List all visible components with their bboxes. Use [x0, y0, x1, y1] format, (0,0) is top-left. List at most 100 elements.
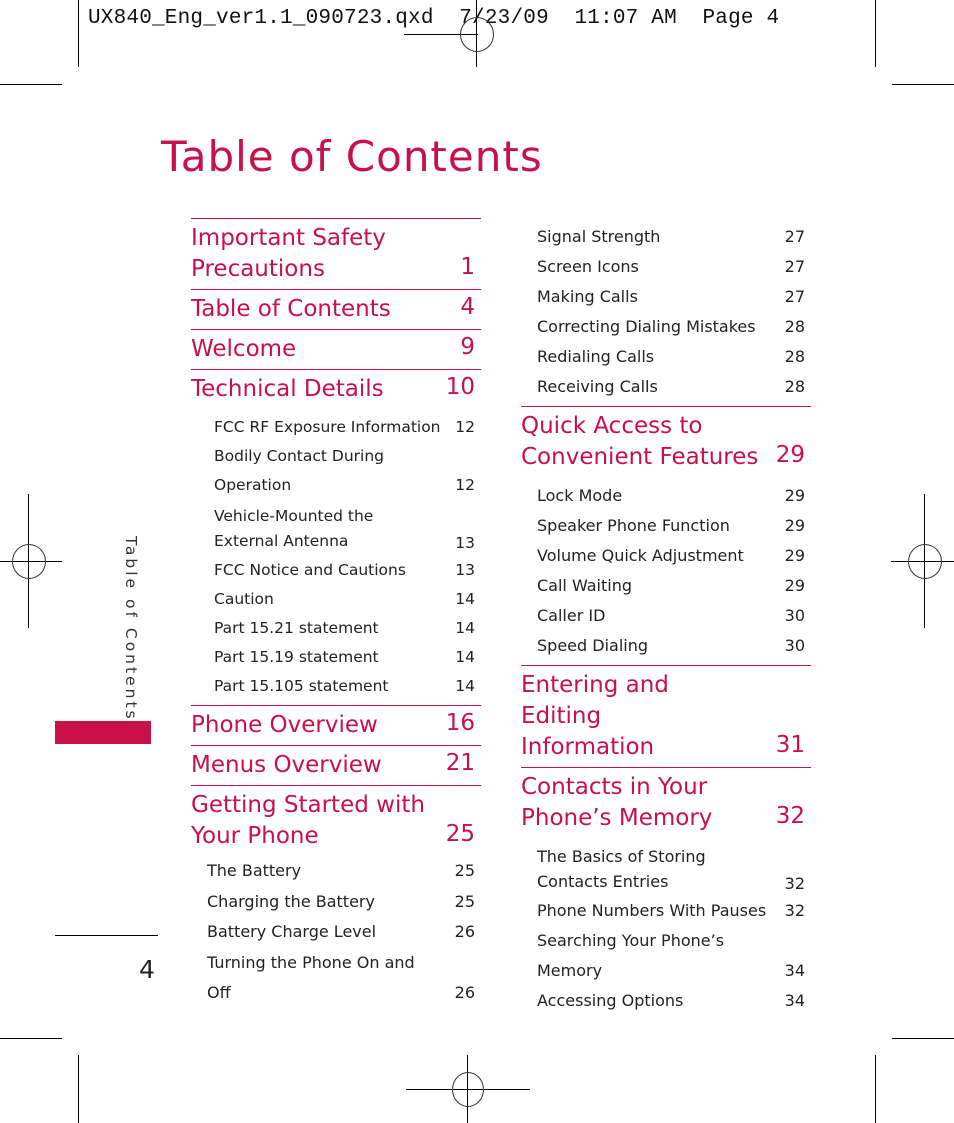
- toc-entry[interactable]: The Battery 25: [191, 856, 481, 887]
- toc-left-column: Important Safety Precautions 1 Table of …: [191, 218, 481, 1009]
- toc-entry[interactable]: Speaker Phone Function 29: [521, 511, 811, 541]
- toc-entry-label: Turning the Phone On and Off: [207, 952, 415, 1003]
- toc-section-page: 4: [460, 294, 475, 320]
- toc-entry-label: Part 15.105 statement: [214, 677, 389, 695]
- toc-entry-page: 14: [455, 619, 475, 637]
- toc-entry-page: 32: [784, 901, 805, 920]
- toc-entry-page: 12: [455, 476, 475, 494]
- toc-entry[interactable]: Battery Charge Level 26: [191, 917, 481, 948]
- toc-entry-page: 14: [455, 677, 475, 695]
- toc-entry[interactable]: Caller ID 30: [521, 601, 811, 631]
- toc-section-label: Table of Contents: [191, 296, 391, 322]
- toc-entry-label: Signal Strength: [537, 227, 661, 246]
- toc-section[interactable]: Technical Details 10: [191, 369, 481, 409]
- toc-section[interactable]: Contacts in Your Phone’s Memory 32: [521, 767, 811, 838]
- toc-section-label: Menus Overview: [191, 752, 382, 778]
- toc-entry-label: Screen Icons: [537, 257, 639, 276]
- toc-section[interactable]: Welcome 9: [191, 329, 481, 369]
- toc-entry[interactable]: Part 15.21 statement 14: [191, 614, 481, 643]
- toc-entry-label: Call Waiting: [537, 576, 633, 595]
- toc-entry-label: Speaker Phone Function: [537, 516, 730, 535]
- toc-entry[interactable]: FCC Notice and Cautions 13: [191, 556, 481, 585]
- toc-entry-label: FCC RF Exposure Information: [214, 418, 441, 436]
- toc-section[interactable]: Important Safety Precautions 1: [191, 218, 481, 289]
- crop-mark: [78, 0, 79, 67]
- toc-section-page: 10: [445, 374, 475, 400]
- toc-section-page: 1: [460, 254, 475, 280]
- toc-section[interactable]: Entering and Editing Information 31: [521, 665, 811, 767]
- toc-section[interactable]: Menus Overview 21: [191, 745, 481, 785]
- toc-entry-page: 26: [454, 983, 475, 1002]
- toc-entry[interactable]: Signal Strength 27: [521, 222, 811, 252]
- toc-entry-page: 25: [454, 861, 475, 880]
- toc-entry-page: 32: [784, 874, 805, 893]
- toc-entry-label: Caller ID: [537, 606, 606, 625]
- toc-entry-label: The Battery: [207, 861, 302, 880]
- toc-entry[interactable]: Bodily Contact During Operation 12: [191, 442, 481, 500]
- toc-section-page: 9: [460, 334, 475, 360]
- toc-entry-label: Speed Dialing: [537, 636, 648, 655]
- toc-entry[interactable]: Turning the Phone On and Off 26: [191, 948, 481, 1009]
- toc-entry[interactable]: Accessing Options 34: [521, 986, 811, 1016]
- toc-entry-label: Searching Your Phone’s Memory: [537, 931, 725, 980]
- toc-section-page: 29: [775, 442, 805, 468]
- toc-entry-page: 34: [784, 991, 805, 1010]
- toc-entry[interactable]: Screen Icons 27: [521, 252, 811, 282]
- toc-entry[interactable]: Redialing Calls 28: [521, 342, 811, 372]
- toc-section[interactable]: Phone Overview 16: [191, 705, 481, 745]
- toc-section-label: Entering and Editing Information: [521, 672, 669, 760]
- page-title: Table of Contents: [161, 132, 543, 181]
- toc-entry[interactable]: Making Calls 27: [521, 282, 811, 312]
- toc-entry[interactable]: Receiving Calls 28: [521, 372, 811, 402]
- toc-entry[interactable]: Caution 14: [191, 585, 481, 614]
- toc-entry[interactable]: Vehicle-Mounted the External Antenna 13: [191, 500, 481, 556]
- crop-mark: [875, 0, 876, 67]
- toc-entry-label: Lock Mode: [537, 486, 623, 505]
- toc-section-page: 32: [775, 803, 805, 829]
- section-tab-marker: [55, 721, 151, 744]
- toc-section-label: Phone Overview: [191, 712, 378, 738]
- toc-entry-label: Accessing Options: [537, 991, 684, 1010]
- toc-entry-label: Redialing Calls: [537, 347, 655, 366]
- toc-entry-label: The Basics of Storing Contacts Entries: [537, 847, 706, 891]
- toc-entry-page: 28: [784, 317, 805, 336]
- toc-section[interactable]: Getting Started with Your Phone 25: [191, 785, 481, 856]
- toc-entry-label: FCC Notice and Cautions: [214, 561, 406, 579]
- toc-entry[interactable]: Volume Quick Adjustment 29: [521, 541, 811, 571]
- toc-entry[interactable]: Lock Mode 29: [521, 481, 811, 511]
- toc-section-page: 21: [445, 750, 475, 776]
- crop-mark: [78, 1055, 79, 1123]
- toc-entry-page: 29: [784, 546, 805, 565]
- toc-section[interactable]: Table of Contents 4: [191, 289, 481, 329]
- toc-section-label: Quick Access to Convenient Features: [521, 413, 759, 470]
- toc-entry[interactable]: FCC RF Exposure Information 12: [191, 413, 481, 442]
- toc-entry-page: 27: [784, 227, 805, 246]
- toc-entry[interactable]: Part 15.19 statement 14: [191, 643, 481, 672]
- toc-entry[interactable]: Correcting Dialing Mistakes 28: [521, 312, 811, 342]
- toc-entry-page: 29: [784, 576, 805, 595]
- toc-entry-label: Charging the Battery: [207, 891, 375, 911]
- toc-section-label: Important Safety Precautions: [191, 225, 386, 282]
- toc-entry[interactable]: Searching Your Phone’s Memory 34: [521, 926, 811, 986]
- toc-entry-label: Part 15.21 statement: [214, 619, 379, 637]
- crop-mark: [0, 1038, 62, 1039]
- toc-entry[interactable]: Charging the Battery 25: [191, 887, 481, 918]
- toc-entry-page: 29: [784, 486, 805, 505]
- toc-entry-label: Correcting Dialing Mistakes: [537, 317, 756, 336]
- toc-entry[interactable]: Call Waiting 29: [521, 571, 811, 601]
- toc-entry-page: 12: [455, 418, 475, 436]
- toc-entry[interactable]: Speed Dialing 30: [521, 631, 811, 661]
- toc-entry-label: Battery Charge Level: [207, 922, 377, 941]
- toc-entry-page: 28: [784, 377, 805, 396]
- toc-entry-label: Making Calls: [537, 287, 638, 306]
- page-number: 4: [139, 955, 155, 984]
- toc-entry-page: 14: [455, 648, 475, 666]
- toc-entry[interactable]: Phone Numbers With Pauses 32: [521, 896, 811, 926]
- toc-entry[interactable]: The Basics of Storing Contacts Entries 32: [521, 840, 811, 896]
- toc-entry-page: 29: [784, 516, 805, 535]
- toc-section-label: Technical Details: [191, 376, 384, 402]
- crop-mark: [0, 84, 62, 85]
- toc-section[interactable]: Quick Access to Convenient Features 29: [521, 406, 811, 477]
- toc-entry[interactable]: Part 15.105 statement 14: [191, 672, 481, 701]
- crop-mark: [892, 84, 954, 85]
